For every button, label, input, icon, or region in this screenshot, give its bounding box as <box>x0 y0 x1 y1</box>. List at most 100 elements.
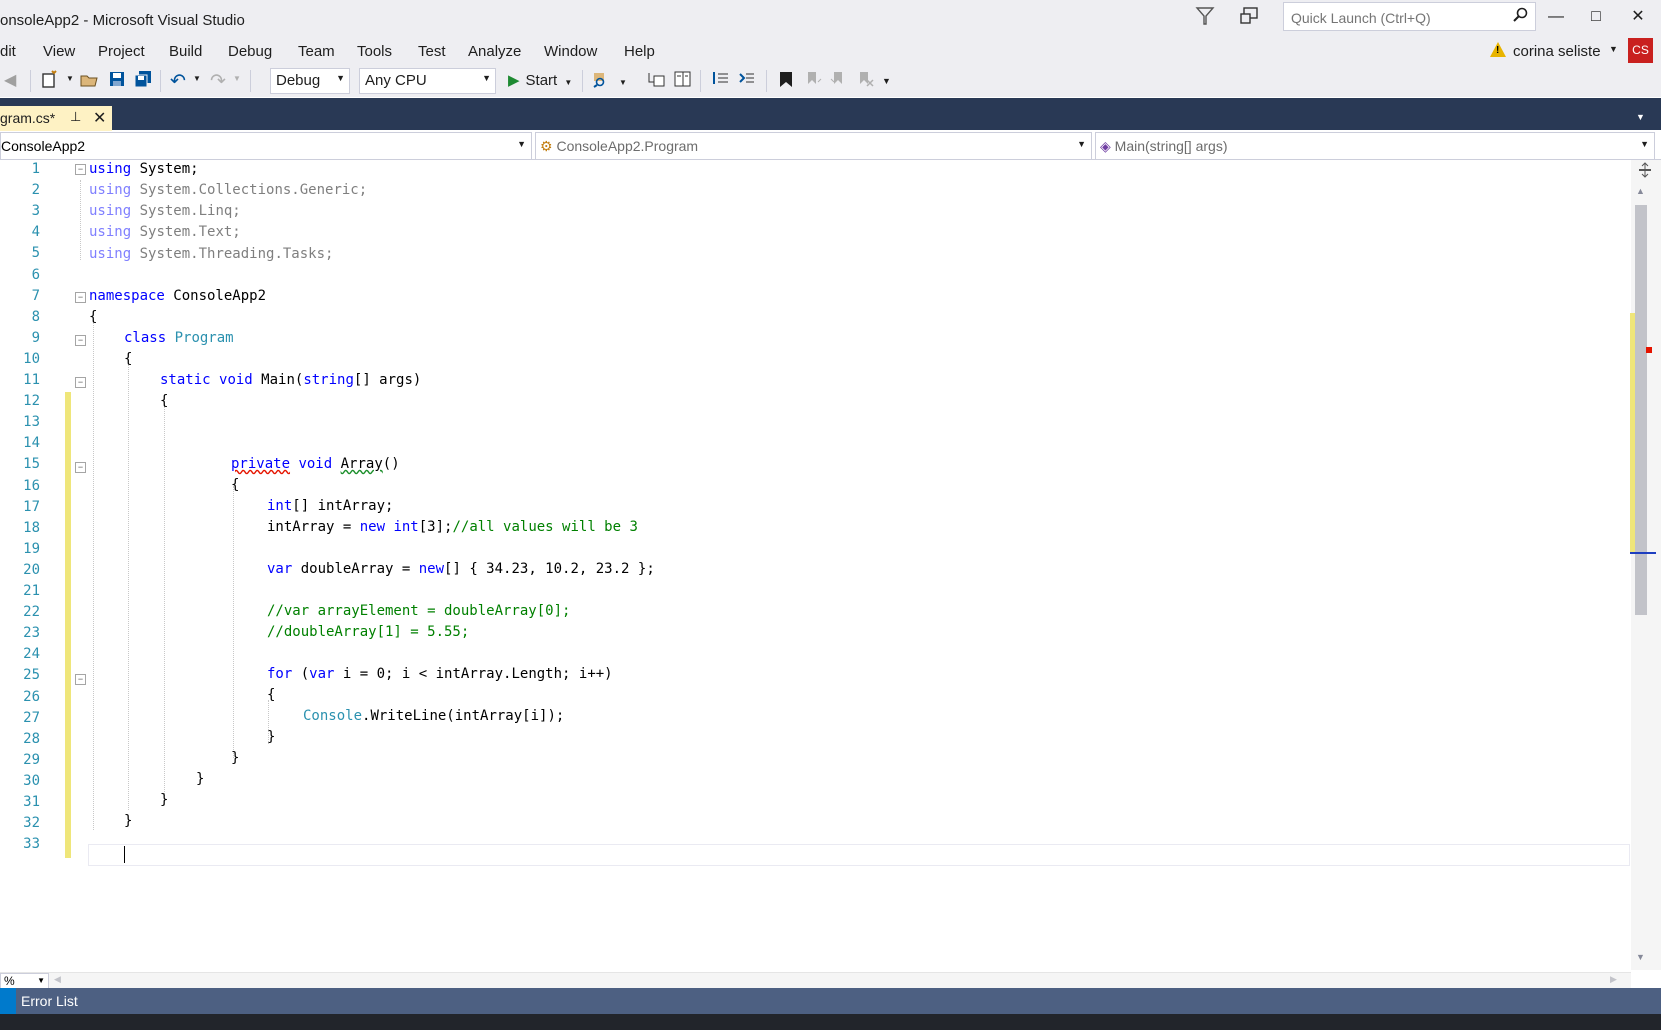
previous-bookmark-icon[interactable] <box>804 70 822 93</box>
collapse-icon[interactable]: − <box>75 377 86 388</box>
tab-program-cs[interactable]: gram.cs* ⊥ ✕ <box>0 106 112 131</box>
redo-icon[interactable]: ↷ <box>210 70 226 93</box>
code-line: private void Array() <box>231 456 400 472</box>
clear-bookmarks-icon[interactable] <box>856 70 874 93</box>
menu-tools[interactable]: Tools <box>357 43 392 60</box>
avatar[interactable]: CS <box>1628 38 1653 63</box>
collapse-icon[interactable]: − <box>75 292 86 303</box>
find-in-files-icon[interactable] <box>592 70 612 93</box>
uncomment-lines-icon[interactable] <box>738 70 756 93</box>
close-button[interactable]: ✕ <box>1620 4 1656 30</box>
solution-configuration-select[interactable]: Debug ▼ <box>270 68 350 94</box>
chevron-down-icon[interactable]: ▼ <box>66 74 74 83</box>
chevron-down-icon: ▼ <box>517 139 526 149</box>
save-all-icon[interactable] <box>133 70 153 93</box>
scroll-up-icon[interactable]: ▲ <box>1636 186 1645 196</box>
scroll-down-icon[interactable]: ▼ <box>1636 952 1645 962</box>
collapse-icon[interactable]: − <box>75 164 86 175</box>
chevron-down-icon: ▼ <box>1640 139 1649 149</box>
line-number: 4 <box>31 224 40 241</box>
separator <box>250 70 251 92</box>
toolbar-overflow-icon[interactable]: ▼ <box>882 76 891 86</box>
open-file-icon[interactable] <box>80 70 98 93</box>
menu-window[interactable]: Window <box>544 43 597 60</box>
line-number: 29 <box>23 751 40 768</box>
quick-launch-box[interactable] <box>1283 2 1536 31</box>
os-taskbar <box>0 1014 1661 1030</box>
menu-debug[interactable]: Debug <box>228 43 272 60</box>
menu-project[interactable]: Project <box>98 43 145 60</box>
close-tab-icon[interactable]: ✕ <box>93 108 106 128</box>
line-number: 15 <box>23 456 40 473</box>
new-project-icon[interactable] <box>40 70 58 93</box>
filter-icon[interactable] <box>1195 6 1215 31</box>
pin-icon[interactable]: ⊥ <box>70 109 81 125</box>
collapse-icon[interactable]: − <box>75 462 86 473</box>
line-number: 16 <box>23 477 40 494</box>
collapse-icon[interactable]: − <box>75 335 86 346</box>
tab-list-dropdown-icon[interactable]: ▼ <box>1636 112 1645 122</box>
back-icon[interactable]: ◀ <box>4 70 16 90</box>
undo-icon[interactable]: ↶ <box>170 70 186 93</box>
error-list-tab[interactable]: Error List <box>0 988 1661 1014</box>
minimize-button[interactable]: — <box>1538 4 1574 30</box>
menu-edit[interactable]: dit <box>0 43 16 60</box>
code-line: var doubleArray = new[] { 34.23, 10.2, 2… <box>267 561 655 577</box>
change-overview-marker <box>1630 313 1635 553</box>
error-overview-marker[interactable] <box>1646 347 1652 353</box>
line-number: 7 <box>31 287 40 304</box>
line-number: 8 <box>31 308 40 325</box>
start-button[interactable]: ▶ Start ▼ <box>508 71 572 89</box>
indent-guide <box>93 320 94 830</box>
undo-dropdown-icon[interactable]: ▼ <box>193 74 201 83</box>
next-bookmark-icon[interactable] <box>830 70 848 93</box>
step-over-icon[interactable] <box>647 70 665 93</box>
toggle-window-icon[interactable] <box>673 70 691 93</box>
menu-help[interactable]: Help <box>624 43 655 60</box>
save-icon[interactable] <box>108 70 126 93</box>
line-number: 18 <box>23 519 40 536</box>
member-dropdown[interactable]: ◈ Main(string[] args) ▼ <box>1095 132 1655 160</box>
comment-lines-icon[interactable] <box>712 70 730 93</box>
quick-launch-input[interactable] <box>1289 5 1503 30</box>
separator <box>160 70 161 92</box>
caret-position-marker <box>1630 552 1656 554</box>
line-number: 6 <box>31 266 40 283</box>
line-number: 26 <box>23 688 40 705</box>
find-dropdown-icon[interactable]: ▼ <box>619 78 627 87</box>
chevron-down-icon: ▼ <box>37 976 45 985</box>
platform-select[interactable]: Any CPU ▼ <box>359 68 496 94</box>
code-line: int[] intArray; <box>267 498 394 514</box>
horizontal-scrollbar[interactable] <box>0 972 1631 989</box>
type-name: ⚙ ConsoleApp2.Program <box>540 138 698 155</box>
zoom-select[interactable]: % ▼ <box>0 973 49 989</box>
code-line: using System.Collections.Generic; <box>89 182 368 198</box>
menu-team[interactable]: Team <box>298 43 335 60</box>
menu-build[interactable]: Build <box>169 43 202 60</box>
project-dropdown[interactable]: ConsoleApp2 ▼ <box>0 132 532 160</box>
menu-test[interactable]: Test <box>418 43 446 60</box>
bookmark-icon[interactable] <box>778 70 794 93</box>
split-editor-icon[interactable] <box>1637 162 1653 181</box>
line-number: 24 <box>23 646 40 663</box>
collapse-icon[interactable]: − <box>75 674 86 685</box>
user-dropdown-icon[interactable]: ▼ <box>1609 44 1618 54</box>
code-line: //doubleArray[1] = 5.55; <box>267 624 470 640</box>
menu-view[interactable]: View <box>43 43 75 60</box>
scroll-left-icon[interactable]: ◀ <box>54 974 61 985</box>
feedback-icon[interactable] <box>1240 6 1260 31</box>
user-name[interactable]: corina seliste <box>1513 43 1601 60</box>
code-line: } <box>196 771 205 787</box>
member-name: ◈ Main(string[] args) <box>1100 138 1227 155</box>
menu-analyze[interactable]: Analyze <box>468 43 521 60</box>
platform-value: Any CPU <box>365 72 427 89</box>
redo-dropdown-icon[interactable]: ▼ <box>233 74 241 83</box>
line-number: 13 <box>23 414 40 431</box>
scroll-right-icon[interactable]: ▶ <box>1610 974 1617 985</box>
line-number: 23 <box>23 625 40 642</box>
type-dropdown[interactable]: ⚙ ConsoleApp2.Program ▼ <box>535 132 1092 160</box>
maximize-button[interactable]: □ <box>1578 4 1614 30</box>
code-line: class Program <box>124 330 234 346</box>
code-line: intArray = new int[3];//all values will … <box>267 519 638 535</box>
search-icon <box>1512 7 1528 27</box>
